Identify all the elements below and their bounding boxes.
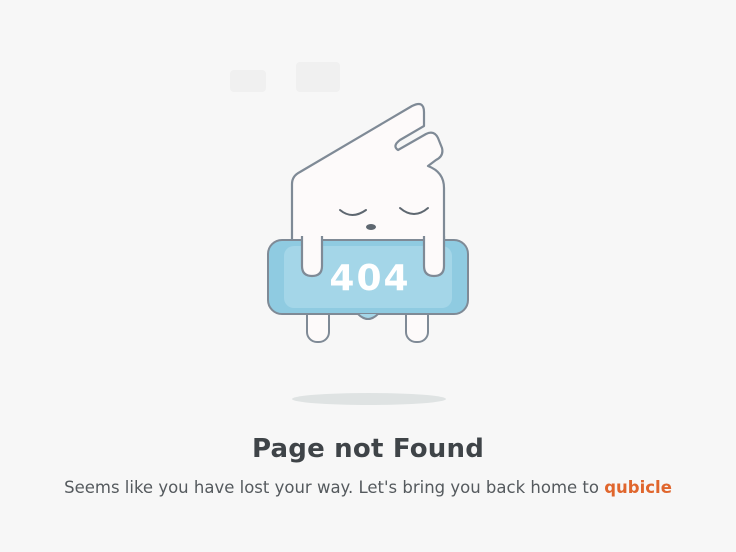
subtitle-text: Seems like you have lost your way. Let's… — [64, 478, 599, 497]
sleepy-house-404-illustration: 404 — [267, 102, 469, 343]
not-found-page: 404 Page not Found Seems like you have l… — [0, 0, 736, 552]
mouth — [366, 224, 376, 230]
badge-knob — [357, 313, 379, 320]
right-hand — [422, 236, 446, 278]
home-link[interactable]: qubicle — [604, 478, 672, 497]
left-hand — [300, 236, 324, 278]
page-title: Page not Found — [251, 434, 485, 464]
ground-shadow — [292, 393, 446, 405]
subtitle-message: Seems like you have lost your way. Let's… — [0, 478, 736, 497]
badge-404-text: 404 — [329, 258, 410, 299]
